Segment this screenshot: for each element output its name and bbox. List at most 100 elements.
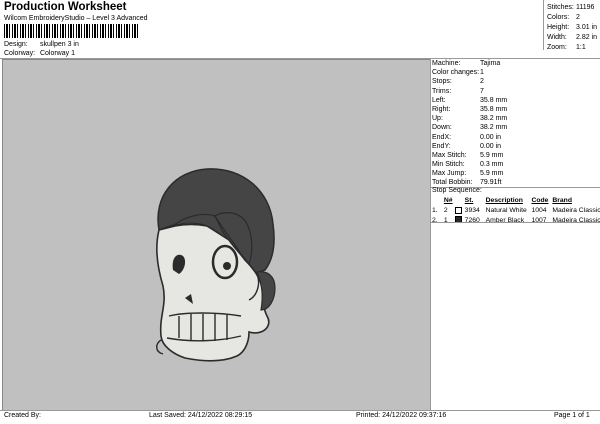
stat-width: Width: 2.82 in: [547, 33, 597, 43]
colorway-label: Colorway:: [4, 50, 36, 57]
prop-row: Stops: 2: [432, 77, 507, 86]
stat-colors: Colors: 2: [547, 13, 597, 23]
stats-divider: [543, 0, 544, 50]
prop-label: Trims:: [432, 87, 452, 95]
table-header: N# St. Description Code Brand: [432, 196, 600, 206]
prop-value: 38.2 mm: [480, 124, 508, 132]
barcode: [4, 24, 139, 38]
software-subtitle: Wilcom EmbroideryStudio – Level 3 Advanc…: [4, 15, 148, 22]
page-number: Page 1 of 1: [554, 412, 590, 419]
row-code: 1004: [531, 207, 547, 214]
header-n: N#: [443, 197, 453, 204]
prop-value: 0.00 in: [480, 133, 502, 141]
stat-label: Stitches:: [547, 4, 574, 11]
printed-date: Printed: 24/12/2022 09:37:16: [356, 412, 447, 419]
colorway-row: Colorway: Colorway 1: [4, 50, 75, 57]
row-index: 1.: [432, 207, 438, 214]
panel-divider: [430, 58, 431, 410]
prop-row: Up: 38.2 mm: [432, 114, 507, 123]
header-brand: Brand: [552, 197, 572, 204]
design-value: skullpen 3 in: [39, 41, 79, 48]
row-brand: Madeira Classic 40: [552, 216, 600, 224]
prop-value: 35.8 mm: [480, 105, 508, 113]
table-row: 2. 1 7260 Amber Black 1007 Madeira Class…: [432, 216, 600, 226]
prop-row: Right: 35.8 mm: [432, 105, 507, 114]
prop-label: Color changes:: [432, 69, 480, 77]
stat-value: 2.82 in: [576, 34, 598, 41]
prop-label: Machine:: [432, 60, 461, 67]
prop-value: 0.00 in: [480, 142, 502, 150]
color-swatch: [454, 216, 463, 226]
row-index: 2.: [432, 216, 438, 224]
prop-value: 1: [480, 69, 484, 77]
colorway-value: Colorway 1: [39, 50, 75, 57]
stop-sequence-table: N# St. Description Code Brand 1. 2 3934 …: [432, 196, 600, 225]
stat-label: Zoom:: [547, 44, 567, 51]
stat-zoom: Zoom: 1:1: [547, 43, 597, 53]
prop-label: Max Jump:: [432, 170, 467, 178]
created-by: Created By:: [4, 412, 41, 419]
prop-value: 2: [480, 78, 484, 86]
table-row: 1. 2 3934 Natural White 1004 Madeira Cla…: [432, 206, 600, 216]
prop-row: Left: 35.8 mm: [432, 96, 507, 105]
prop-label: EndX:: [432, 133, 452, 141]
stat-value: 1:1: [576, 44, 586, 51]
stats-panel: Stitches: 11196 Colors: 2 Height: 3.01 in W…: [547, 3, 597, 53]
design-label: Design:: [4, 41, 28, 48]
prop-label: Min Stitch:: [432, 161, 465, 169]
stat-value: 3.01 in: [576, 24, 598, 31]
properties-panel: Machine: Tajima Color changes:1 Stops: 2 T…: [432, 59, 507, 188]
prop-row: EndY: 0.00 in: [432, 142, 507, 151]
row-description: Amber Black: [485, 216, 525, 224]
prop-label: Max Stitch:: [432, 151, 467, 159]
table-bottom-divider: [431, 222, 600, 223]
row-stop: 2: [443, 207, 448, 214]
row-stitches: 7260: [464, 216, 480, 224]
last-saved: Last Saved: 24/12/2022 08:29:15: [149, 412, 253, 419]
prop-value: 5.9 mm: [480, 170, 504, 178]
row-description: Natural White: [485, 207, 527, 214]
prop-row: Down: 38.2 mm: [432, 123, 507, 132]
stat-value: 11196: [576, 4, 595, 11]
prop-label: EndY:: [432, 142, 451, 150]
prop-label: Right:: [432, 105, 451, 113]
prop-row: Max Stitch: 5.9 mm: [432, 151, 507, 160]
row-brand: Madeira Classic 40: [552, 207, 600, 214]
prop-row: EndX: 0.00 in: [432, 133, 507, 142]
prop-row: Trims: 7: [432, 87, 507, 96]
design-canvas: [2, 59, 431, 411]
row-code: 1007: [531, 216, 547, 224]
stop-sequence-title-wrap: Stop Sequence:: [432, 186, 482, 195]
stat-label: Colors:: [547, 14, 570, 21]
stat-height: Height: 3.01 in: [547, 23, 597, 33]
stat-stitches: Stitches: 11196: [547, 3, 597, 13]
color-swatch: [454, 206, 463, 216]
prop-value: 79.91ft: [480, 179, 502, 187]
row-stitches: 3934: [464, 207, 480, 214]
design-row: Design: skullpen 3 in: [4, 41, 79, 48]
prop-value: 5.9 mm: [480, 151, 504, 159]
prop-value: 0.3 mm: [480, 161, 504, 169]
prop-row: Max Jump: 5.9 mm: [432, 169, 507, 178]
skull-design-image: [156, 168, 276, 362]
prop-row: Machine: Tajima: [432, 59, 507, 68]
prop-label: Down:: [432, 124, 452, 132]
prop-value: Tajima: [480, 60, 501, 67]
prop-label: Up:: [432, 115, 443, 123]
header-stitches: St.: [464, 197, 474, 204]
prop-value: 35.8 mm: [480, 96, 508, 104]
row-stop: 1: [443, 216, 448, 224]
stat-label: Height:: [547, 24, 570, 31]
prop-label: Stops:: [432, 78, 452, 86]
prop-value: 38.2 mm: [480, 115, 508, 123]
prop-row: Min Stitch: 0.3 mm: [432, 160, 507, 169]
stop-sequence-title: Stop Sequence:: [432, 187, 482, 194]
prop-row: Color changes:1: [432, 68, 507, 77]
prop-label: Left:: [432, 96, 446, 104]
stat-value: 2: [576, 14, 580, 21]
prop-value: 7: [480, 87, 484, 95]
page-title: Production Worksheet: [4, 1, 127, 13]
header-description: Description: [485, 197, 523, 204]
footer-divider: [0, 410, 600, 411]
header-code: Code: [531, 197, 549, 204]
